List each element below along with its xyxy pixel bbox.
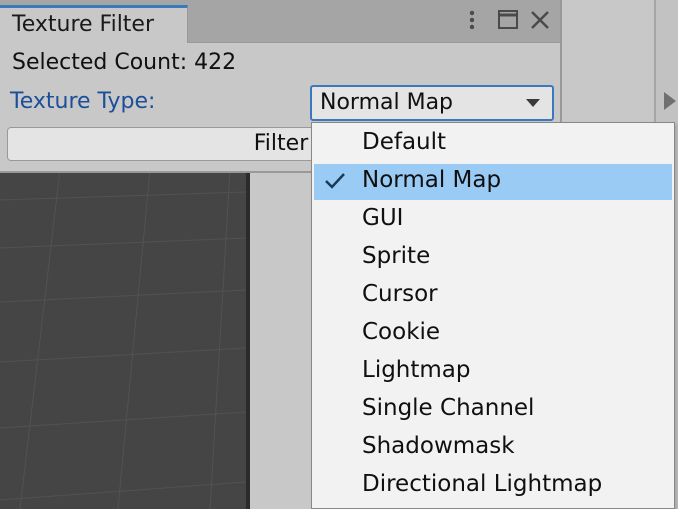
menu-item-shadowmask[interactable]: Shadowmask bbox=[314, 430, 672, 466]
menu-item-lightmap[interactable]: Lightmap bbox=[314, 354, 672, 390]
menu-item-label: Normal Map bbox=[362, 167, 502, 193]
menu-item-single-channel[interactable]: Single Channel bbox=[314, 392, 672, 428]
scene-grid bbox=[0, 170, 246, 509]
menu-item-label: Shadowmask bbox=[362, 433, 515, 459]
maximize-icon[interactable] bbox=[496, 8, 520, 32]
menu-item-label: GUI bbox=[362, 205, 404, 231]
menu-item-label: Default bbox=[362, 129, 447, 155]
texture-type-value: Normal Map bbox=[320, 90, 454, 115]
more-options-icon[interactable] bbox=[460, 8, 484, 32]
menu-item-sprite[interactable]: Sprite bbox=[314, 240, 672, 276]
texture-type-menu: Default Normal Map GUI Sprite Cursor Coo… bbox=[311, 122, 675, 509]
menu-item-directional-lightmap[interactable]: Directional Lightmap bbox=[314, 468, 672, 504]
menu-item-gui[interactable]: GUI bbox=[314, 202, 672, 238]
texture-type-dropdown[interactable]: Normal Map bbox=[310, 85, 554, 121]
menu-item-normal-map[interactable]: Normal Map bbox=[314, 164, 672, 200]
menu-item-label: Single Channel bbox=[362, 395, 535, 421]
chevron-down-icon bbox=[526, 99, 540, 107]
menu-item-default[interactable]: Default bbox=[314, 126, 672, 162]
tab-title: Texture Filter bbox=[12, 12, 155, 37]
scene-view[interactable] bbox=[0, 170, 246, 509]
menu-item-label: Directional Lightmap bbox=[362, 471, 603, 497]
texture-type-label: Texture Type: bbox=[10, 89, 156, 114]
play-arrow-icon[interactable] bbox=[664, 92, 676, 110]
checkmark-icon bbox=[324, 170, 346, 192]
window-tab-bar: Texture Filter bbox=[0, 0, 560, 43]
editor-stage: Texture Filter Selected Count: 422 Textu… bbox=[0, 0, 678, 509]
menu-item-label: Cursor bbox=[362, 281, 438, 307]
menu-item-label: Cookie bbox=[362, 319, 441, 345]
tab-texture-filter[interactable]: Texture Filter bbox=[0, 5, 188, 43]
menu-item-label: Sprite bbox=[362, 243, 431, 269]
close-icon[interactable] bbox=[528, 8, 552, 32]
menu-item-cookie[interactable]: Cookie bbox=[314, 316, 672, 352]
selected-count-label: Selected Count: 422 bbox=[12, 50, 237, 75]
menu-item-cursor[interactable]: Cursor bbox=[314, 278, 672, 314]
menu-item-label: Lightmap bbox=[362, 357, 471, 383]
